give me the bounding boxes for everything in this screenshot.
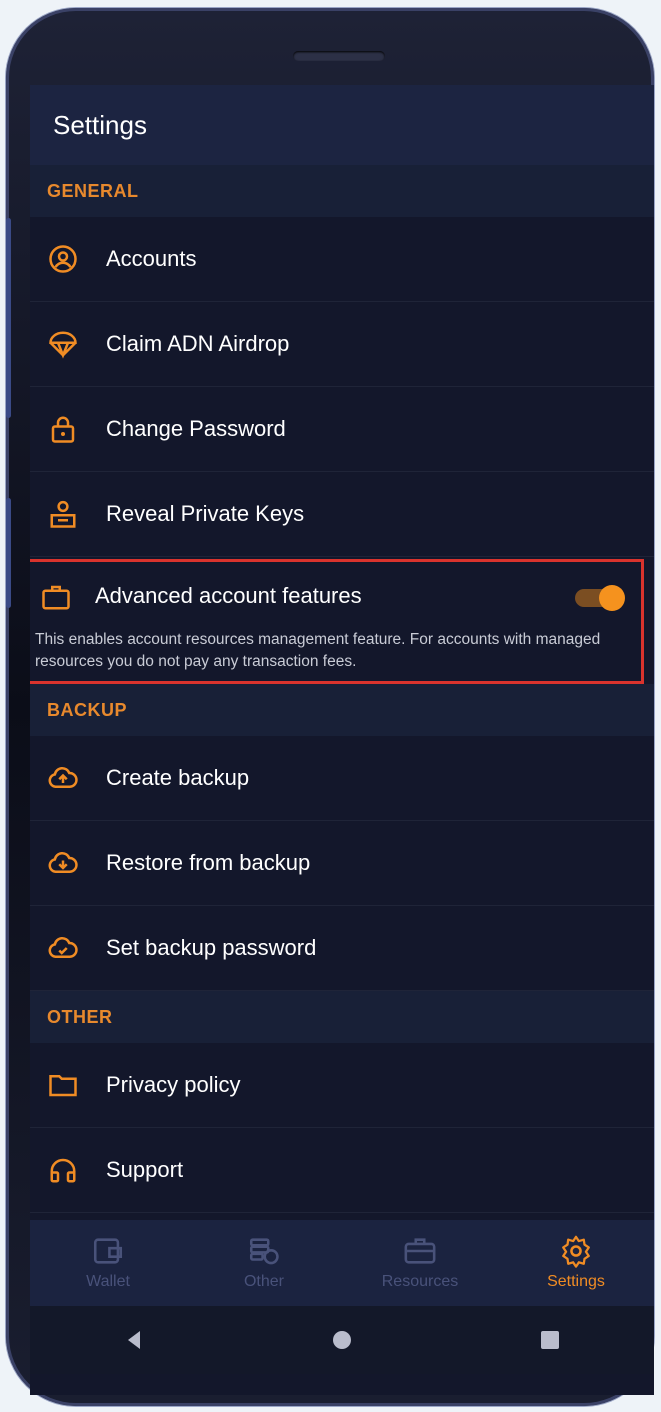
item-label: Restore from backup (106, 850, 311, 875)
item-label: Change Password (106, 416, 286, 441)
section-header-backup: BACKUP (30, 684, 654, 736)
tab-wallet[interactable]: Wallet (30, 1220, 186, 1306)
section-label: OTHER (47, 1006, 113, 1027)
tab-label: Settings (547, 1273, 605, 1290)
settings-item-create-backup[interactable]: Create backup (30, 736, 654, 821)
home-icon[interactable] (330, 1328, 354, 1352)
section-header-general: GENERAL (30, 165, 654, 217)
section-header-other: OTHER (30, 991, 654, 1043)
tab-resources[interactable]: Resources (342, 1220, 498, 1306)
item-label: Accounts (106, 246, 197, 271)
item-label: Create backup (106, 765, 250, 790)
settings-item-change-password[interactable]: Change Password (30, 387, 654, 472)
toggle-thumb (599, 585, 625, 611)
advanced-features-setting: Advanced account features This enables a… (30, 559, 644, 684)
lock-icon (51, 416, 75, 443)
tab-settings[interactable]: Settings (498, 1220, 654, 1306)
advanced-features-description: This enables account resources managemen… (35, 631, 601, 670)
advanced-features-label: Advanced account features (95, 583, 362, 608)
section-label: BACKUP (47, 699, 128, 720)
item-label: Support (106, 1157, 184, 1182)
tab-label: Other (243, 1273, 284, 1290)
phone-speaker (293, 51, 385, 61)
item-label: Claim ADN Airdrop (106, 331, 290, 356)
briefcase-icon (404, 1238, 436, 1264)
tab-label: Wallet (86, 1273, 130, 1290)
settings-item-accounts[interactable]: Accounts (30, 217, 654, 302)
user-circle-icon (49, 245, 77, 273)
page-title: Settings (53, 109, 147, 140)
cloud-upload-icon (48, 766, 78, 788)
folder-icon (49, 1075, 77, 1097)
wallet-icon (93, 1238, 123, 1264)
phone-frame: Settings GENERAL Accounts Claim ADN Aird… (6, 8, 654, 1406)
cloud-check-icon (48, 936, 78, 958)
tab-other[interactable]: Other (186, 1220, 342, 1306)
power-button (6, 498, 11, 608)
advanced-features-toggle[interactable] (575, 585, 625, 611)
item-label: Reveal Private Keys (106, 501, 305, 526)
system-nav-bar (30, 1306, 654, 1374)
volume-button (6, 218, 11, 418)
section-label: GENERAL (47, 180, 139, 201)
gear-icon (562, 1235, 590, 1268)
app-bar: Settings (30, 85, 654, 165)
settings-item-backup-password[interactable]: Set backup password (30, 906, 654, 991)
headphones-icon (50, 1158, 76, 1183)
user-key-icon (50, 500, 76, 528)
tab-label: Resources (381, 1273, 459, 1290)
briefcase-icon (42, 585, 70, 610)
cloud-download-icon (48, 851, 78, 873)
recents-icon[interactable] (538, 1328, 562, 1352)
back-icon[interactable] (122, 1328, 146, 1352)
coins-icon (249, 1238, 279, 1265)
settings-item-claim-airdrop[interactable]: Claim ADN Airdrop (30, 302, 654, 387)
item-label: Set backup password (106, 935, 317, 960)
settings-item-restore-backup[interactable]: Restore from backup (30, 821, 654, 906)
parachute-icon (49, 331, 77, 359)
item-label: Privacy policy (106, 1072, 241, 1097)
settings-item-reveal-keys[interactable]: Reveal Private Keys (30, 472, 654, 557)
settings-item-support[interactable]: Support (30, 1128, 654, 1213)
settings-item-privacy-policy[interactable]: Privacy policy (30, 1043, 654, 1128)
bottom-tab-bar: Wallet Other Resources Settings (30, 1220, 654, 1306)
app-screen: Settings GENERAL Accounts Claim ADN Aird… (30, 85, 654, 1395)
